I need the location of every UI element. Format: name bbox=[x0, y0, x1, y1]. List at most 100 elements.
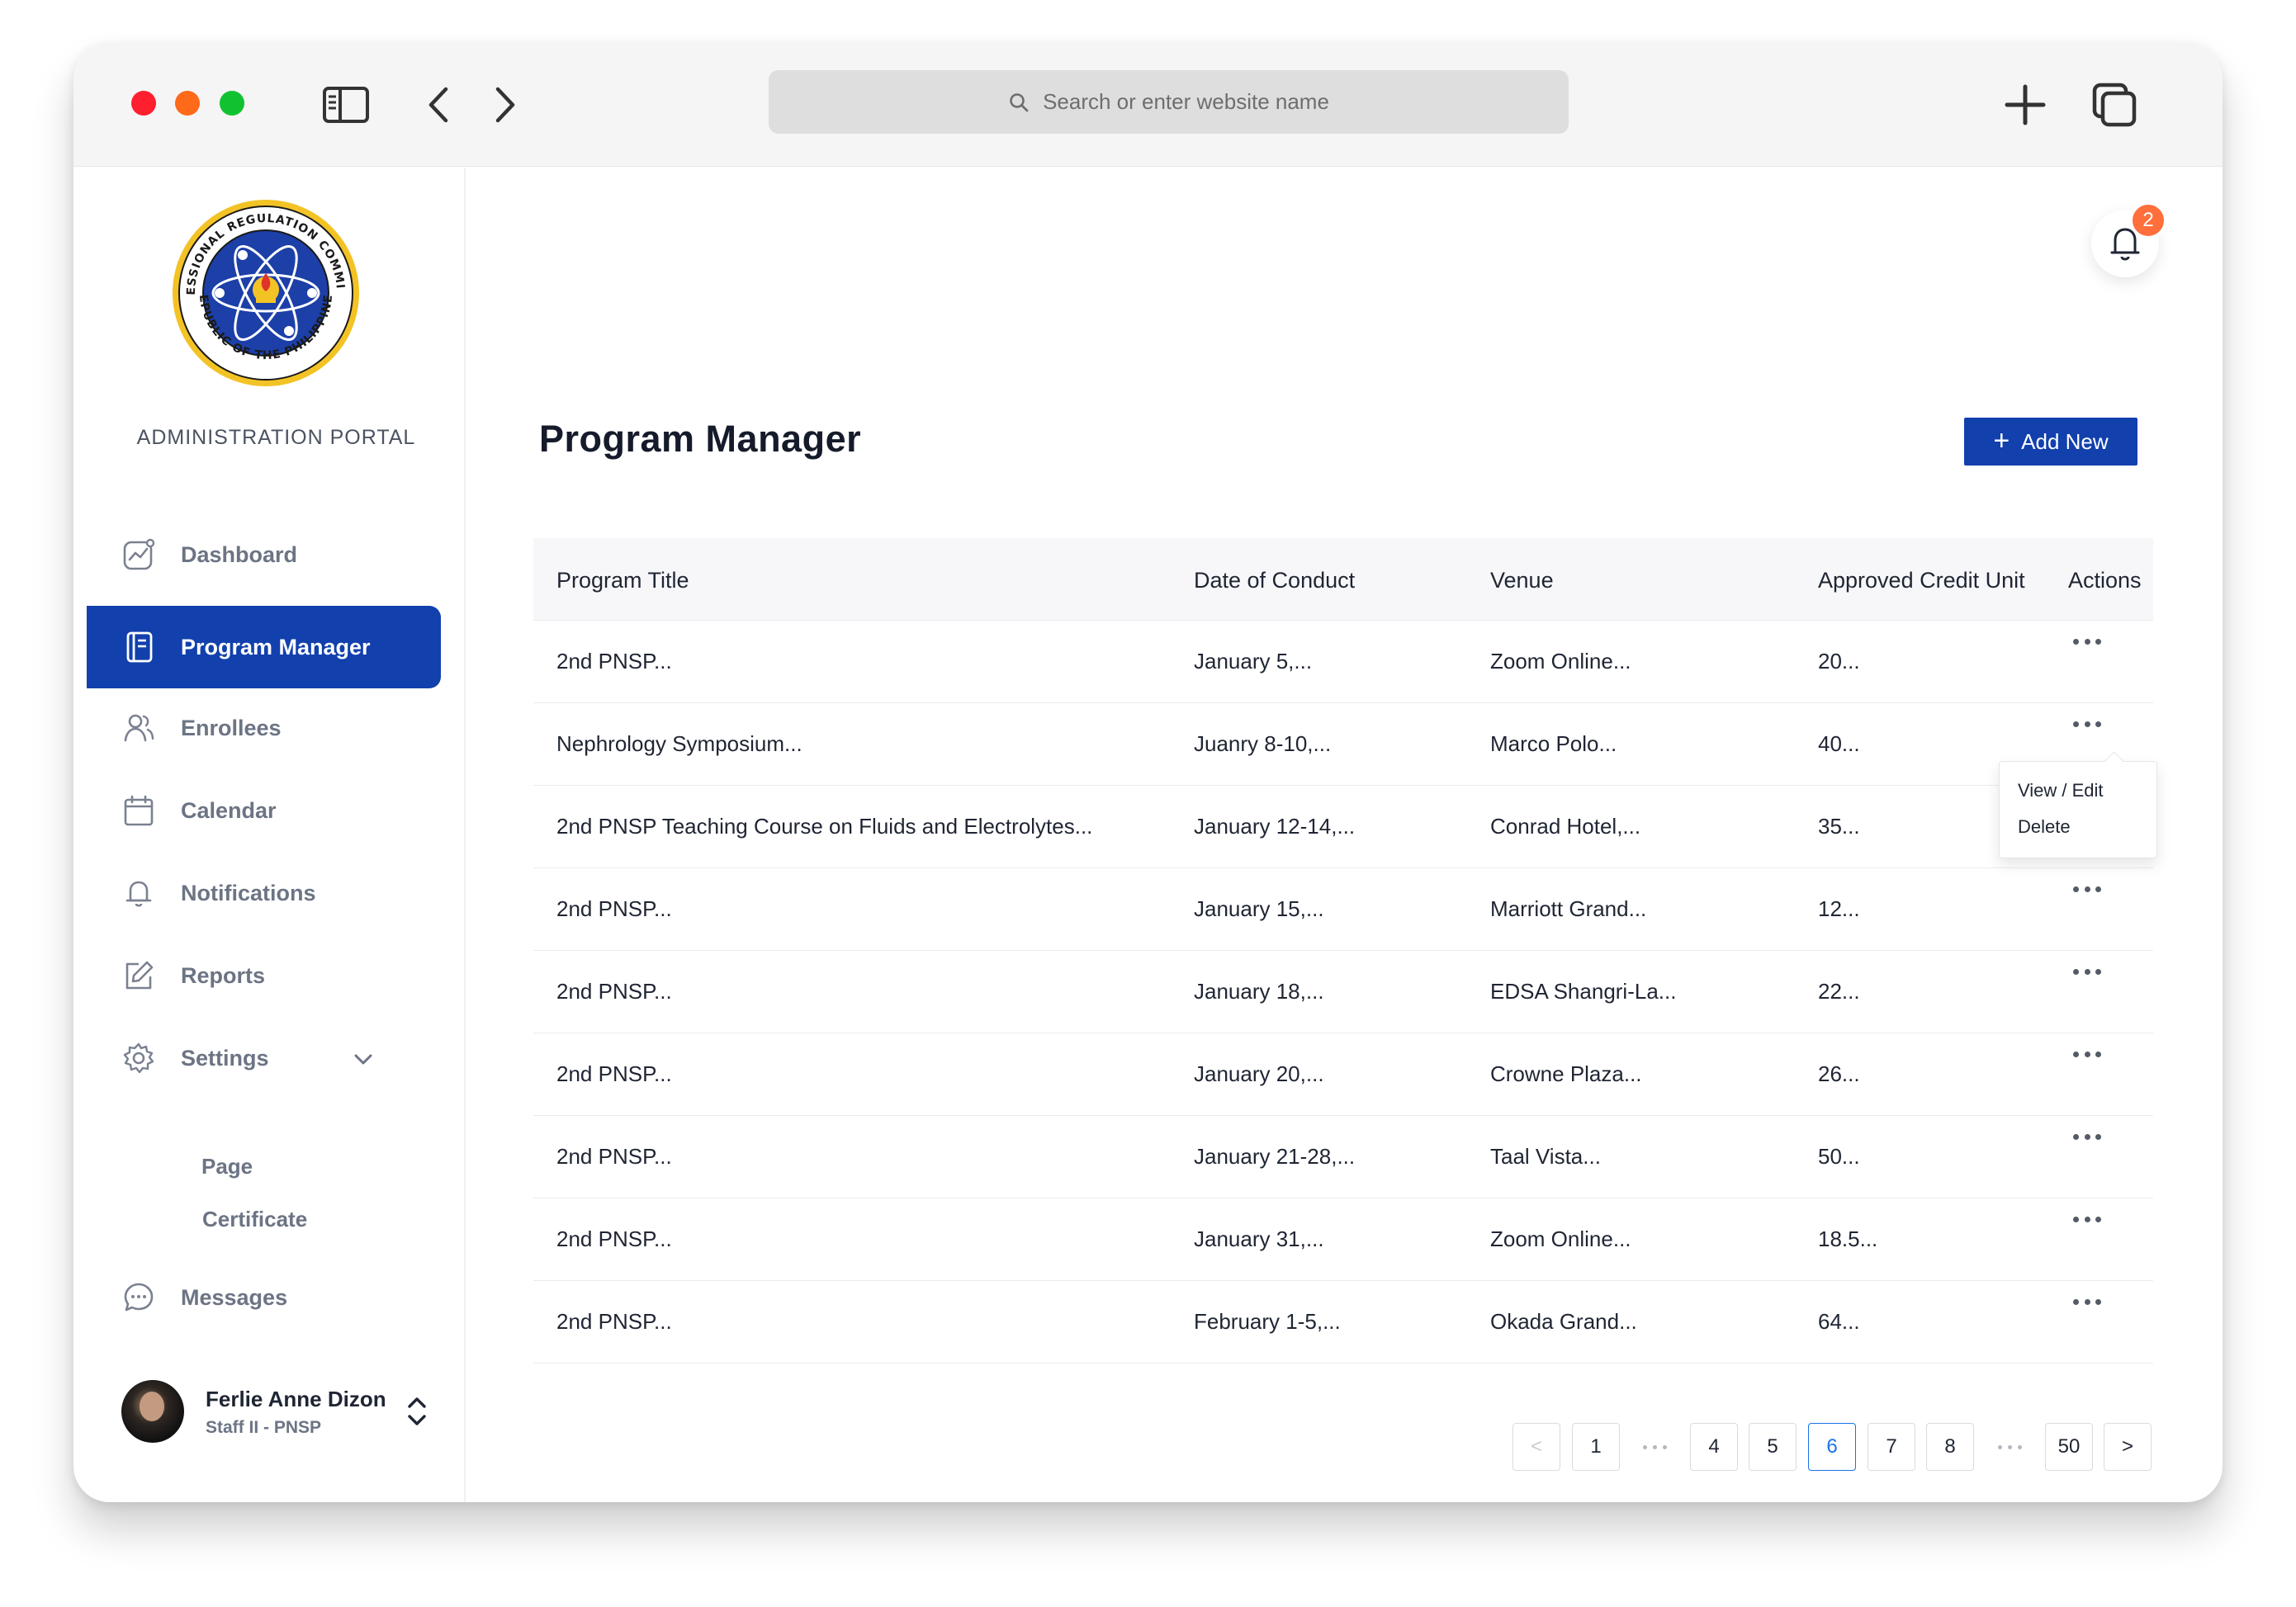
cell-credit-unit: 26... bbox=[1818, 1061, 1860, 1086]
maximize-window-button[interactable] bbox=[220, 91, 244, 116]
cell-venue: EDSA Shangri-La... bbox=[1490, 979, 1677, 1004]
sidebar-item-program-manager[interactable]: Program Manager bbox=[87, 606, 441, 688]
user-group-icon bbox=[121, 711, 156, 745]
chevron-up-down-icon[interactable] bbox=[405, 1393, 429, 1430]
dashboard-chart-icon bbox=[121, 537, 156, 572]
edit-report-icon bbox=[121, 958, 156, 993]
cell-credit-unit: 20... bbox=[1818, 649, 1860, 674]
cell-program-title: 2nd PNSP... bbox=[556, 896, 672, 921]
close-window-button[interactable] bbox=[131, 91, 156, 116]
sidebar-subitem-page[interactable]: Page bbox=[201, 1154, 253, 1179]
add-new-button[interactable]: + Add New bbox=[1964, 418, 2137, 466]
sidebar-item-notifications[interactable]: Notifications bbox=[87, 852, 441, 934]
sidebar-item-label: Enrollees bbox=[181, 715, 282, 740]
chevron-down-icon[interactable] bbox=[353, 1047, 373, 1072]
sidebar-item-settings[interactable]: Settings bbox=[87, 1017, 441, 1099]
table-body: 2nd PNSP... January 5,... Zoom Online... 20… bbox=[533, 621, 2153, 1364]
prc-seal-logo: PROFESSIONAL REGULATION COMMISSION REPUB… bbox=[165, 187, 362, 389]
pagination-page[interactable]: 5 bbox=[1749, 1423, 1797, 1471]
table-row[interactable]: 2nd PNSP... January 20,... Crowne Plaza...… bbox=[533, 1033, 2153, 1116]
row-action-menu: View / Edit Delete bbox=[1999, 761, 2157, 858]
table-row[interactable]: 2nd PNSP Teaching Course on Fluids and E… bbox=[533, 786, 2153, 868]
sidebar-item-label: Reports bbox=[181, 962, 266, 988]
cell-date-of-conduct: January 21-28,... bbox=[1194, 1144, 1356, 1169]
browser-toolbar: Search or enter website name bbox=[73, 43, 2223, 167]
new-tab-plus-icon[interactable] bbox=[2000, 83, 2050, 127]
pagination-page[interactable]: 8 bbox=[1926, 1423, 1974, 1471]
pagination-page[interactable]: 7 bbox=[1868, 1423, 1915, 1471]
cell-venue: Okada Grand... bbox=[1490, 1309, 1637, 1334]
column-header-venue[interactable]: Venue bbox=[1490, 568, 1554, 593]
cell-venue: Zoom Online... bbox=[1490, 649, 1631, 674]
cell-venue: Crowne Plaza... bbox=[1490, 1061, 1642, 1086]
more-actions-icon[interactable] bbox=[2073, 1052, 2101, 1061]
more-actions-icon[interactable] bbox=[2073, 1134, 2101, 1144]
pagination-page[interactable]: 4 bbox=[1690, 1423, 1738, 1471]
app-content: PROFESSIONAL REGULATION COMMISSION REPUB… bbox=[87, 168, 2209, 1502]
sidebar-item-dashboard[interactable]: Dashboard bbox=[87, 513, 441, 596]
cell-venue: Zoom Online... bbox=[1490, 1227, 1631, 1251]
sidebar-item-reports[interactable]: Reports bbox=[87, 934, 441, 1017]
table-row[interactable]: 2nd PNSP... January 31,... Zoom Online... 1… bbox=[533, 1198, 2153, 1281]
column-header-program-title[interactable]: Program Title bbox=[556, 568, 689, 593]
browser-window: Search or enter website name ESSIONAL RE… bbox=[73, 43, 2223, 1502]
sidebar-item-calendar[interactable]: Calendar bbox=[87, 769, 441, 852]
pagination-ellipsis-icon[interactable] bbox=[1986, 1423, 2033, 1471]
pagination-page-current[interactable]: 6 bbox=[1808, 1423, 1856, 1471]
table-row[interactable]: 2nd PNSP... January 5,... Zoom Online... 20… bbox=[533, 621, 2153, 703]
table-row[interactable]: 2nd PNSP... January 21-28,... Taal Vista..… bbox=[533, 1116, 2153, 1198]
sidebar: PROFESSIONAL REGULATION COMMISSION REPUB… bbox=[87, 168, 466, 1502]
more-actions-icon[interactable] bbox=[2073, 639, 2101, 649]
pagination-prev-button[interactable]: < bbox=[1513, 1423, 1560, 1471]
cell-program-title: 2nd PNSP... bbox=[556, 1061, 672, 1086]
sidebar-item-enrollees[interactable]: Enrollees bbox=[87, 687, 441, 769]
column-header-date[interactable]: Date of Conduct bbox=[1194, 568, 1355, 593]
tabs-overview-icon[interactable] bbox=[2090, 83, 2139, 127]
table-row[interactable]: Nephrology Symposium... Juanry 8-10,... Ma… bbox=[533, 703, 2153, 786]
user-profile[interactable]: Ferlie Anne Dizon Staff II - PNSP bbox=[121, 1380, 452, 1446]
column-header-credit-unit[interactable]: Approved Credit Unit bbox=[1818, 568, 2025, 593]
view-edit-menu-item[interactable]: View / Edit bbox=[2018, 780, 2104, 801]
more-actions-icon[interactable] bbox=[2073, 721, 2101, 731]
address-bar[interactable]: Search or enter website name bbox=[769, 70, 1569, 134]
cell-credit-unit: 35... bbox=[1818, 814, 1860, 839]
cell-date-of-conduct: January 5,... bbox=[1194, 649, 1313, 674]
table-row[interactable]: 2nd PNSP... February 1-5,... Okada Grand..… bbox=[533, 1281, 2153, 1364]
pagination-page[interactable]: 1 bbox=[1572, 1423, 1620, 1471]
more-actions-icon[interactable] bbox=[2073, 969, 2101, 979]
forward-arrow-icon[interactable] bbox=[481, 83, 530, 127]
more-actions-icon[interactable] bbox=[2073, 1299, 2101, 1309]
pagination-next-button[interactable]: > bbox=[2104, 1423, 2152, 1471]
plus-icon: + bbox=[1993, 424, 2010, 456]
sidebar-subitem-certificate[interactable]: Certificate bbox=[202, 1207, 307, 1232]
more-actions-icon[interactable] bbox=[2073, 886, 2101, 896]
user-role: Staff II - PNSP bbox=[206, 1418, 322, 1437]
pagination-ellipsis-icon[interactable] bbox=[1631, 1423, 1678, 1471]
table-row[interactable]: 2nd PNSP... January 18,... EDSA Shangri-La… bbox=[533, 951, 2153, 1033]
cell-credit-unit: 64... bbox=[1818, 1309, 1860, 1334]
cell-credit-unit: 50... bbox=[1818, 1144, 1860, 1169]
cell-program-title: 2nd PNSP... bbox=[556, 649, 672, 674]
table-row[interactable]: 2nd PNSP... January 15,... Marriott Grand.… bbox=[533, 868, 2153, 951]
back-arrow-icon[interactable] bbox=[414, 83, 463, 127]
cell-credit-unit: 40... bbox=[1818, 731, 1860, 756]
cell-date-of-conduct: January 15,... bbox=[1194, 896, 1324, 921]
notebook-icon bbox=[121, 630, 156, 664]
more-actions-icon[interactable] bbox=[2073, 1217, 2101, 1227]
column-header-actions: Actions bbox=[2068, 568, 2142, 593]
minimize-window-button[interactable] bbox=[175, 91, 200, 116]
sidebar-toggle-icon[interactable] bbox=[321, 83, 371, 127]
cell-date-of-conduct: January 12-14,... bbox=[1194, 814, 1356, 839]
cell-venue: Marriott Grand... bbox=[1490, 896, 1647, 921]
cell-venue: Marco Polo... bbox=[1490, 731, 1617, 756]
sidebar-item-label: Messages bbox=[181, 1284, 288, 1310]
delete-menu-item[interactable]: Delete bbox=[2018, 816, 2071, 838]
calendar-icon bbox=[121, 793, 156, 828]
cell-program-title: 2nd PNSP... bbox=[556, 1144, 672, 1169]
pagination-page[interactable]: 50 bbox=[2045, 1423, 2093, 1471]
sidebar-item-label: Notifications bbox=[181, 880, 316, 905]
sidebar-item-label: Program Manager bbox=[181, 634, 371, 659]
cell-program-title: 2nd PNSP Teaching Course on Fluids and E… bbox=[556, 814, 1093, 839]
sidebar-item-messages[interactable]: Messages bbox=[87, 1256, 441, 1339]
cell-date-of-conduct: January 31,... bbox=[1194, 1227, 1324, 1251]
